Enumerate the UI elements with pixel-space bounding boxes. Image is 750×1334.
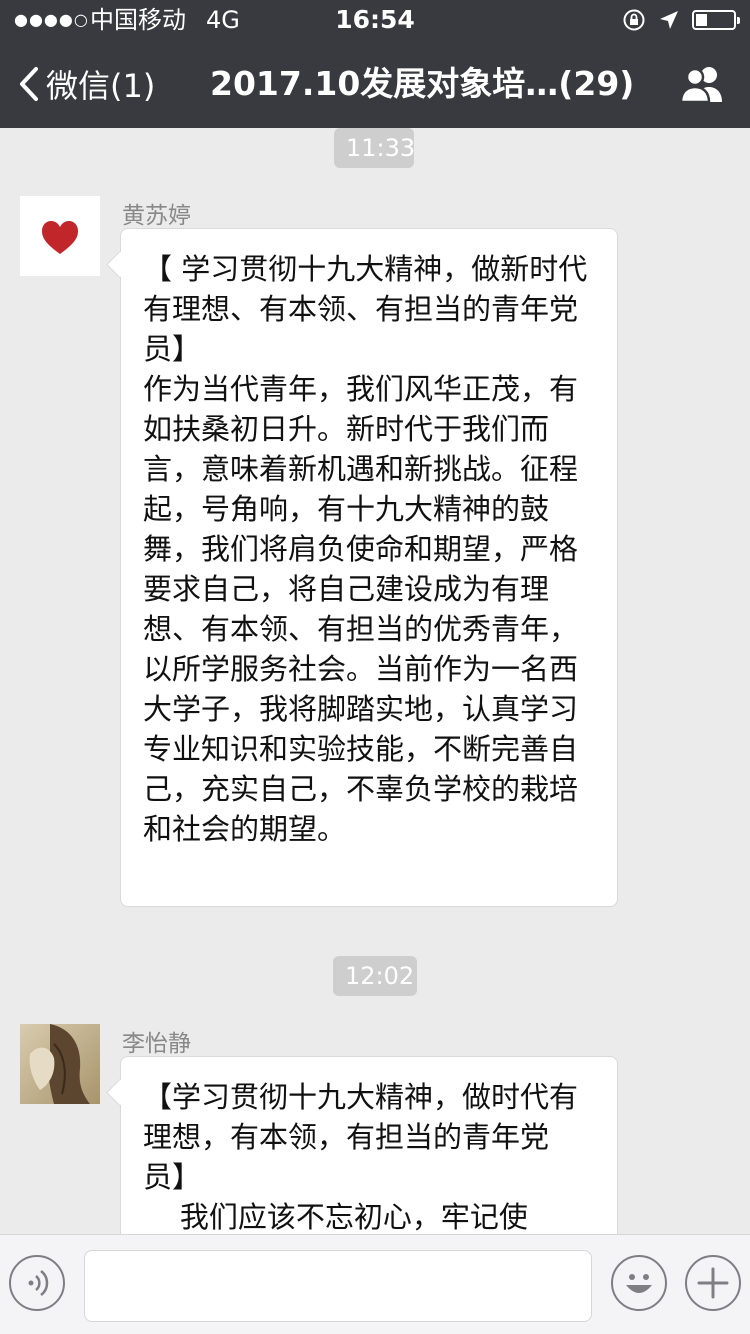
voice-button[interactable] xyxy=(9,1255,65,1311)
more-button[interactable] xyxy=(685,1255,741,1311)
avatar[interactable] xyxy=(20,1024,100,1104)
message-bubble[interactable]: 【 学习贯彻十九大精神，做新时代有理想、有本领、有担当的青年党员】 作为当代青年… xyxy=(120,228,618,907)
smiley-icon xyxy=(626,1274,652,1293)
chevron-left-icon xyxy=(20,67,38,101)
location-arrow-icon xyxy=(660,11,678,29)
chat-area[interactable]: 11:33 黄苏婷 【 学习贯彻十九大精神，做新时代有理想、有本领、有担当的青年… xyxy=(0,128,750,1234)
plus-icon xyxy=(697,1267,729,1299)
timestamp: 12:02 xyxy=(333,956,417,996)
heart-icon xyxy=(42,221,78,254)
timestamp: 11:33 xyxy=(334,128,415,168)
input-bar xyxy=(0,1234,750,1334)
sender-name: 李怡静 xyxy=(122,1031,191,1057)
avatar[interactable] xyxy=(20,196,100,276)
status-bar: ●●●●○ 中国移动 4G 16:54 xyxy=(0,0,750,40)
rotation-lock-icon xyxy=(623,9,645,31)
photo-avatar-image xyxy=(20,1024,100,1104)
emoji-button[interactable] xyxy=(611,1255,667,1311)
sender-name: 黄苏婷 xyxy=(122,203,191,229)
message-input[interactable] xyxy=(84,1250,592,1322)
back-button[interactable]: 微信(1) xyxy=(18,40,155,128)
status-icons xyxy=(622,8,740,32)
back-label: 微信(1) xyxy=(46,67,156,105)
voice-icon xyxy=(28,1270,49,1296)
message-bubble[interactable]: 【学习贯彻十九大精神，做时代有理想，有本领，有担当的青年党员】 我们应该不忘初心… xyxy=(120,1056,618,1234)
battery-icon xyxy=(692,10,740,30)
chat-title: 2017.10发展对象培…(29) xyxy=(210,64,635,103)
group-members-icon[interactable] xyxy=(678,64,726,104)
top-bar: ●●●●○ 中国移动 4G 16:54 微信(1) 2017.10发展对象培…(… xyxy=(0,0,750,128)
nav-bar: 微信(1) 2017.10发展对象培…(29) xyxy=(0,40,750,128)
